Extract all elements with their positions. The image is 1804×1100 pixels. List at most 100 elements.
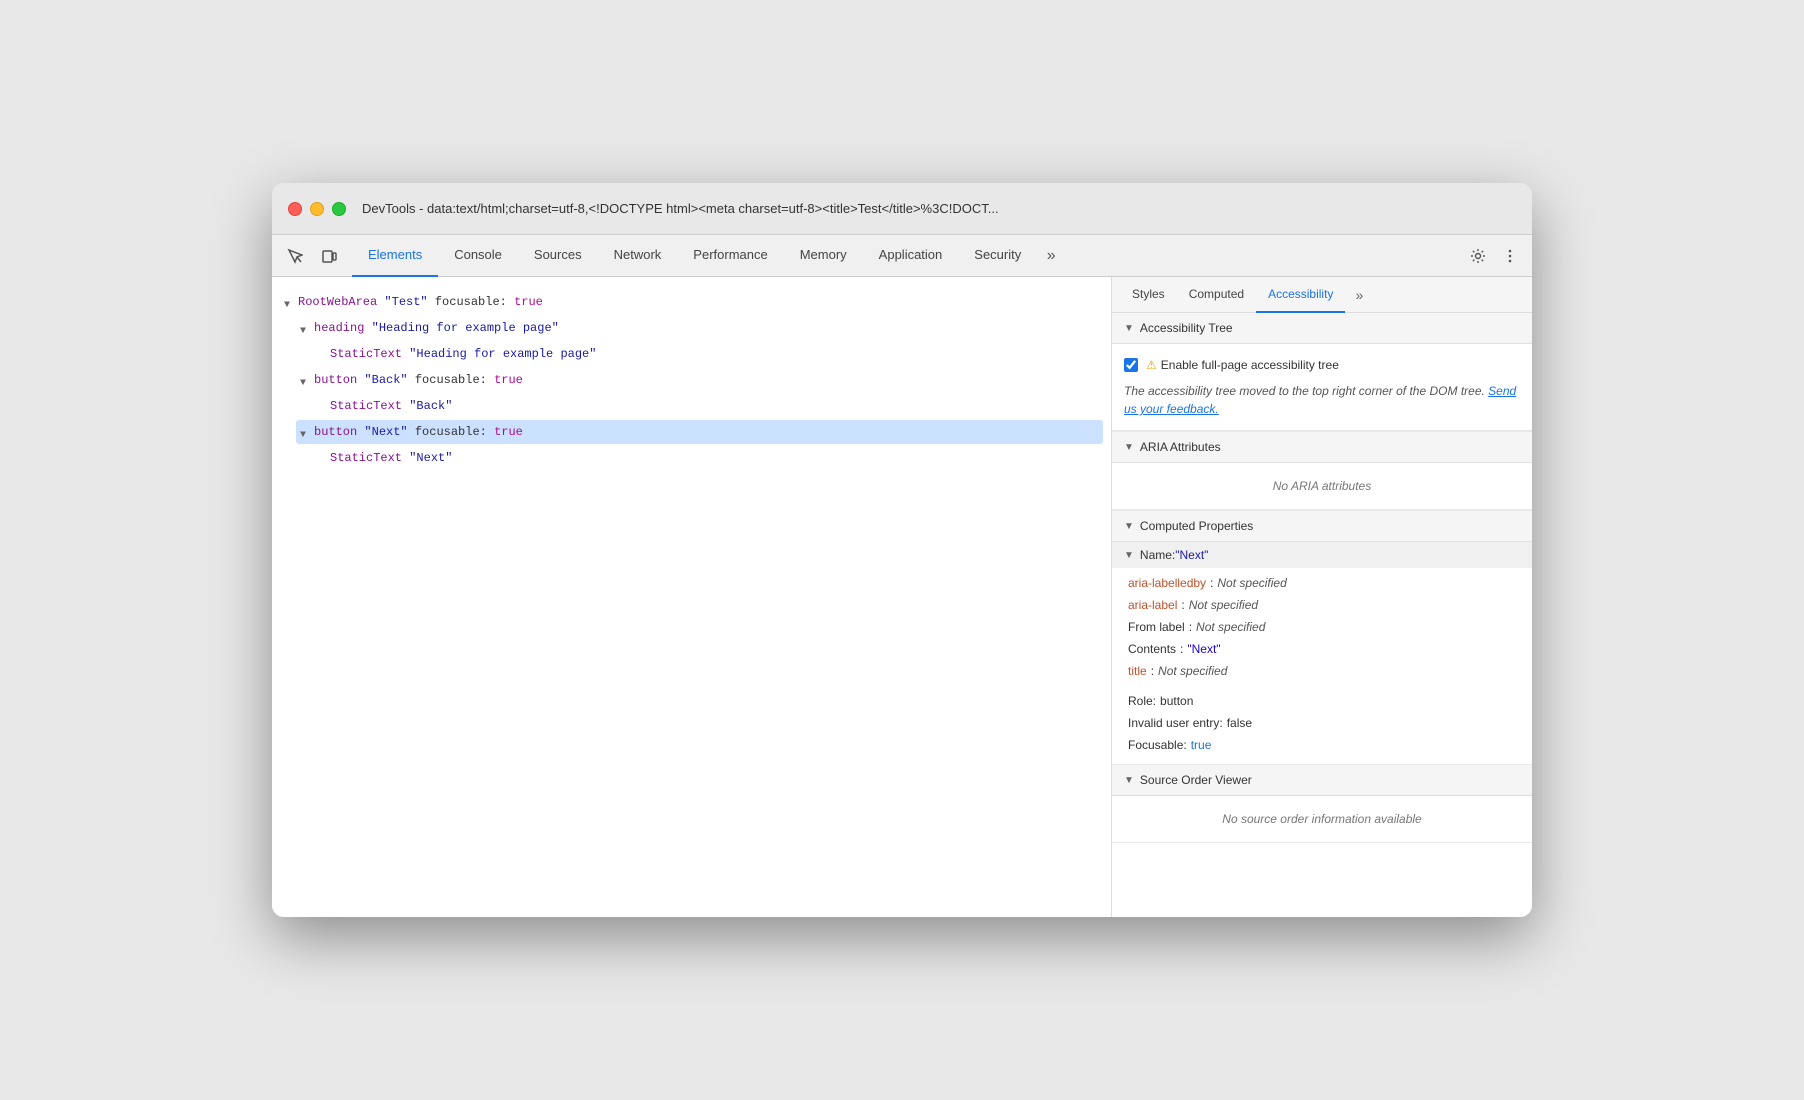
- prop-aria-labelledby: aria-labelledby : Not specified: [1128, 572, 1516, 594]
- toggle-heading[interactable]: ▼: [300, 322, 312, 334]
- no-source-text: No source order information available: [1124, 804, 1520, 834]
- tree-node-heading-text: StaticText "Heading for example page": [280, 341, 1103, 367]
- toolbar-icons: [280, 242, 344, 270]
- right-panel-tabs: Styles Computed Accessibility »: [1112, 277, 1532, 313]
- title-bar: DevTools - data:text/html;charset=utf-8,…: [272, 183, 1532, 235]
- tree-node-heading: ▼ heading "Heading for example page": [280, 315, 1103, 341]
- dom-panel[interactable]: ▼ RootWebArea "Test" focusable : true ▼ …: [272, 277, 1112, 917]
- prop-key-aria-labelledby: aria-labelledby: [1128, 574, 1206, 592]
- arrow-icon-name: ▼: [1124, 550, 1134, 561]
- tab-security[interactable]: Security: [958, 235, 1037, 277]
- tab-network[interactable]: Network: [598, 235, 678, 277]
- tab-elements[interactable]: Elements: [352, 235, 438, 277]
- maximize-button[interactable]: [332, 202, 346, 216]
- right-tabs-more-button[interactable]: »: [1347, 283, 1371, 307]
- computed-name-row: ▼ Name: "Next": [1112, 542, 1532, 568]
- close-button[interactable]: [288, 202, 302, 216]
- prop-val-invalid: false: [1227, 714, 1252, 732]
- enable-full-page-checkbox[interactable]: [1124, 358, 1138, 372]
- inspect-element-button[interactable]: [280, 242, 310, 270]
- enable-full-page-label: ⚠ Enable full-page accessibility tree: [1146, 358, 1339, 372]
- devtools-window: DevTools - data:text/html;charset=utf-8,…: [272, 183, 1532, 917]
- prop-val-aria-label: Not specified: [1189, 596, 1258, 614]
- toggle-next-text: [316, 452, 328, 464]
- source-order-header[interactable]: ▼ Source Order Viewer: [1112, 765, 1532, 796]
- tab-console[interactable]: Console: [438, 235, 518, 277]
- prop-key-focusable: Focusable:: [1128, 736, 1187, 754]
- enable-full-page-row: ⚠ Enable full-page accessibility tree: [1124, 352, 1520, 378]
- aria-attributes-section: ▼ ARIA Attributes No ARIA attributes: [1112, 432, 1532, 511]
- dom-tree: ▼ RootWebArea "Test" focusable : true ▼ …: [272, 285, 1111, 475]
- toolbar-tabs: Elements Console Sources Network Perform…: [352, 235, 1464, 277]
- tree-node-back-text: StaticText "Back": [280, 393, 1103, 419]
- aria-attributes-header[interactable]: ▼ ARIA Attributes: [1112, 432, 1532, 463]
- prop-val-title: Not specified: [1158, 662, 1227, 680]
- tree-row-heading[interactable]: ▼ heading "Heading for example page": [296, 316, 1103, 340]
- prop-val-from-label: Not specified: [1196, 618, 1265, 636]
- prop-val-contents: "Next": [1187, 640, 1220, 658]
- right-panel: ♿ Styles Computed Accessibility » ▼ Acce…: [1112, 277, 1532, 917]
- tree-row-root[interactable]: ▼ RootWebArea "Test" focusable : true: [280, 290, 1103, 314]
- tree-node-button-back: ▼ button "Back" focusable : true: [280, 367, 1103, 393]
- prop-from-label: From label : Not specified: [1128, 616, 1516, 638]
- settings-button[interactable]: [1464, 242, 1492, 270]
- tab-performance[interactable]: Performance: [677, 235, 783, 277]
- prop-key-title: title: [1128, 662, 1147, 680]
- tab-accessibility[interactable]: Accessibility: [1256, 277, 1345, 313]
- source-order-section: ▼ Source Order Viewer No source order in…: [1112, 765, 1532, 843]
- computed-properties-section: ▼ Computed Properties ▼ Name: "Next" ari…: [1112, 511, 1532, 765]
- accessibility-tree-header[interactable]: ▼ Accessibility Tree: [1112, 313, 1532, 344]
- tab-memory[interactable]: Memory: [784, 235, 863, 277]
- no-aria-text: No ARIA attributes: [1124, 471, 1520, 501]
- tab-application[interactable]: Application: [863, 235, 959, 277]
- device-toolbar-button[interactable]: [314, 242, 344, 270]
- tab-styles[interactable]: Styles: [1120, 277, 1177, 313]
- aria-attributes-body: No ARIA attributes: [1112, 463, 1532, 510]
- more-tabs-button[interactable]: »: [1037, 242, 1065, 270]
- tab-sources[interactable]: Sources: [518, 235, 598, 277]
- prop-aria-label: aria-label : Not specified: [1128, 594, 1516, 616]
- toggle-heading-text: [316, 348, 328, 360]
- tree-row-back-text[interactable]: StaticText "Back": [312, 394, 1103, 418]
- prop-key-role: Role:: [1128, 692, 1156, 710]
- accessibility-tree-section: ▼ Accessibility Tree ⚠ Enable full-page …: [1112, 313, 1532, 432]
- tree-node-button-next: ▼ button "Next" focusable : true: [280, 419, 1103, 445]
- toggle-back-text: [316, 400, 328, 412]
- computed-extra-props: Role: button Invalid user entry: false F…: [1112, 686, 1532, 764]
- warning-icon: ⚠: [1146, 358, 1157, 372]
- prop-key-invalid: Invalid user entry:: [1128, 714, 1223, 732]
- toolbar: Elements Console Sources Network Perform…: [272, 235, 1532, 277]
- computed-properties-body: aria-labelledby : Not specified aria-lab…: [1112, 568, 1532, 686]
- prop-key-from-label: From label: [1128, 618, 1185, 636]
- tree-moved-info: The accessibility tree moved to the top …: [1124, 378, 1520, 422]
- tree-node-root: ▼ RootWebArea "Test" focusable : true: [280, 289, 1103, 315]
- accessibility-tree-label: Accessibility Tree: [1140, 321, 1233, 335]
- prop-contents: Contents : "Next": [1128, 638, 1516, 660]
- prop-title: title : Not specified: [1128, 660, 1516, 682]
- source-order-label: Source Order Viewer: [1140, 773, 1252, 787]
- computed-properties-label: Computed Properties: [1140, 519, 1253, 533]
- more-options-button[interactable]: [1496, 242, 1524, 270]
- tree-row-button-next[interactable]: ▼ button "Next" focusable : true: [296, 420, 1103, 444]
- tree-row-next-text[interactable]: StaticText "Next": [312, 446, 1103, 470]
- arrow-icon-aria: ▼: [1124, 442, 1134, 453]
- tab-computed[interactable]: Computed: [1177, 277, 1256, 313]
- computed-properties-header[interactable]: ▼ Computed Properties: [1112, 511, 1532, 542]
- tree-row-button-back[interactable]: ▼ button "Back" focusable : true: [296, 368, 1103, 392]
- prop-val-aria-labelledby: Not specified: [1217, 574, 1286, 592]
- window-title: DevTools - data:text/html;charset=utf-8,…: [362, 201, 1516, 216]
- name-value: "Next": [1175, 548, 1208, 562]
- accessibility-tree-body: ⚠ Enable full-page accessibility tree Th…: [1112, 344, 1532, 431]
- toggle-button-back[interactable]: ▼: [300, 374, 312, 386]
- prop-invalid: Invalid user entry: false: [1128, 712, 1516, 734]
- arrow-icon-tree: ▼: [1124, 323, 1134, 334]
- tree-row-heading-text[interactable]: StaticText "Heading for example page": [312, 342, 1103, 366]
- prop-role: Role: button: [1128, 690, 1516, 712]
- arrow-icon-source: ▼: [1124, 775, 1134, 786]
- name-key: Name:: [1140, 548, 1175, 562]
- toggle-button-next[interactable]: ▼: [300, 426, 312, 438]
- tree-node-next-text: StaticText "Next": [280, 445, 1103, 471]
- toggle-root[interactable]: ▼: [284, 296, 296, 308]
- minimize-button[interactable]: [310, 202, 324, 216]
- arrow-icon-computed: ▼: [1124, 521, 1134, 532]
